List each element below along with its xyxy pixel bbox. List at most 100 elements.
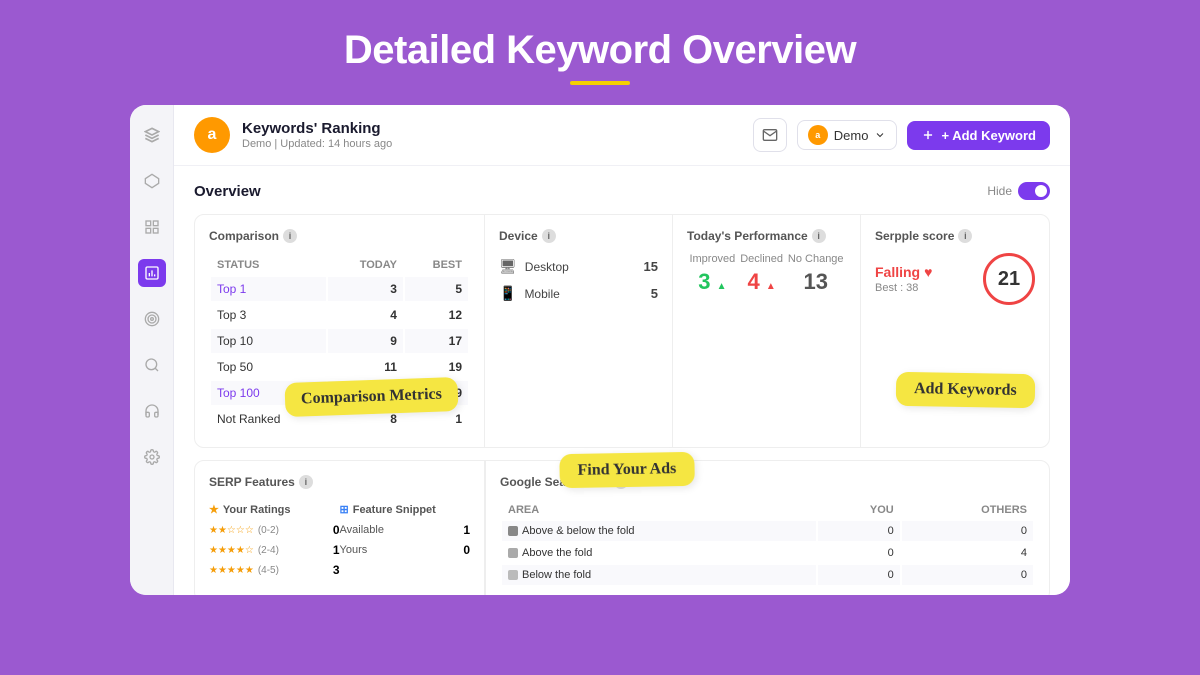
color-dot (508, 548, 518, 558)
device-title: Device i (499, 229, 658, 243)
device-count: 15 (644, 259, 658, 274)
performance-title: Today's Performance i (687, 229, 846, 243)
ads-row: Below the fold 00 (502, 565, 1033, 585)
topbar-titles: Keywords' Ranking Demo | Updated: 14 hou… (242, 120, 392, 150)
add-keyword-button[interactable]: + Add Keyword (907, 121, 1050, 150)
device-label: Mobile (524, 287, 559, 301)
ads-you: 0 (818, 565, 899, 585)
comparison-row: Top 10917 (211, 329, 468, 353)
content-area: a Keywords' Ranking Demo | Updated: 14 h… (174, 105, 1070, 595)
ads-row: Above the fold04 (502, 543, 1033, 563)
device-panel: Device i 🖥Desktop15📱Mobile5 (485, 215, 673, 447)
sidebar-icon-chart[interactable] (138, 259, 166, 287)
comparison-info: i (283, 229, 297, 243)
star-icon: ★ (209, 503, 219, 516)
device-count: 5 (651, 286, 658, 301)
col-best: BEST (405, 255, 468, 275)
feature-snippet-label: ⊞ Feature Snippet (340, 499, 471, 520)
header-underline (570, 81, 630, 85)
serp-rating-row: ★★★★☆(2-4)1 (209, 540, 340, 560)
overview-header: Overview Hide (194, 182, 1050, 200)
sidebar-icon-grid[interactable] (138, 213, 166, 241)
serp-count: 1 (333, 543, 340, 557)
mobile-icon: 📱 (499, 285, 516, 302)
snippet-label: Available (340, 524, 384, 536)
sidebar-icon-search[interactable] (138, 351, 166, 379)
perf-value: 4 ▲ (740, 269, 783, 295)
perf-value: 13 (788, 269, 844, 295)
toggle-switch[interactable] (1018, 182, 1050, 200)
demo-label: Demo (834, 128, 869, 143)
performance-panel: Today's Performance i Improved3 ▲Decline… (673, 215, 861, 447)
comparison-title: Comparison i (209, 229, 470, 243)
page-title: Detailed Keyword Overview (0, 28, 1200, 73)
rank-link[interactable]: Top 1 (217, 282, 246, 296)
ads-others: 0 (902, 565, 1033, 585)
callout-comparison-metrics: Comparison Metrics (284, 377, 458, 417)
col-status: STATUS (211, 255, 326, 275)
performance-item: Declined 4 ▲ (740, 253, 783, 295)
color-dot (508, 570, 518, 580)
ads-others: 4 (902, 543, 1033, 563)
callout-add-keywords: Add Keywords (896, 372, 1035, 408)
demo-selector[interactable]: a Demo (797, 120, 898, 150)
perf-value: 3 ▲ (689, 269, 735, 295)
perf-label: Declined (740, 253, 783, 265)
bookmark-icon: ⊞ (340, 503, 349, 516)
sidebar-icon-logo[interactable] (138, 121, 166, 149)
ads-area: Above & below the fold (522, 525, 635, 537)
serp-count: 3 (333, 563, 340, 577)
performance-item: Improved3 ▲ (689, 253, 735, 295)
performance-row: Improved3 ▲ Declined 4 ▲ No Change 13 (687, 253, 846, 295)
page-header: Detailed Keyword Overview (0, 0, 1200, 105)
add-keyword-label: + Add Keyword (941, 128, 1036, 143)
your-ratings-label: ★ Your Ratings (209, 499, 340, 520)
amazon-logo: a (808, 125, 828, 145)
serpple-panel: Serpple score i Falling ♥ Best : 38 (861, 215, 1049, 447)
chevron-down-icon (874, 129, 886, 141)
ads-col-others: OTHERS (902, 501, 1033, 519)
serp-info: i (299, 475, 313, 489)
device-row: 🖥Desktop15 (499, 253, 658, 280)
performance-item: No Change 13 (788, 253, 844, 295)
serpple-info: i (958, 229, 972, 243)
status-label: Falling ♥ (875, 264, 932, 280)
serp-title: SERP Features i (209, 475, 470, 489)
serpple-title: Serpple score i (875, 229, 1035, 243)
device-label: Desktop (525, 260, 569, 274)
topbar: a Keywords' Ranking Demo | Updated: 14 h… (174, 105, 1070, 166)
ads-table: AREA YOU OTHERS Above & below the fold00… (500, 499, 1035, 587)
topbar-right: a Demo + Add Keyword (753, 118, 1050, 152)
sidebar-icon-layers[interactable] (138, 167, 166, 195)
rank-link[interactable]: Top 100 (217, 386, 260, 400)
serp-rating-row: ★★★★★(4-5)3 (209, 560, 340, 580)
ads-others: 0 (902, 521, 1033, 541)
serp-panel: SERP Features i ★ Your Ratings ★★☆☆☆(0-2… (195, 461, 485, 595)
ads-col-you: YOU (818, 501, 899, 519)
comparison-row: Top 501119 (211, 355, 468, 379)
plus-icon (921, 128, 935, 142)
serp-content: ★ Your Ratings ★★☆☆☆(0-2)0★★★★☆(2-4)1★★★… (209, 499, 470, 580)
sidebar-icon-target[interactable] (138, 305, 166, 333)
sidebar-icon-headphone[interactable] (138, 397, 166, 425)
serp-rating-row: ★★☆☆☆(0-2)0 (209, 520, 340, 540)
stars-display: ★★★★☆ (209, 545, 254, 556)
snippet-count: 1 (463, 523, 470, 537)
sidebar-icon-settings[interactable] (138, 443, 166, 471)
topbar-subtitle: Demo | Updated: 14 hours ago (242, 138, 392, 150)
serp-snippet-row: Yours0 (340, 540, 471, 560)
col-today: TODAY (328, 255, 403, 275)
ads-area: Below the fold (522, 569, 591, 581)
score-status: Falling ♥ Best : 38 (875, 264, 932, 294)
ads-you: 0 (818, 543, 899, 563)
hide-toggle[interactable]: Hide (987, 182, 1050, 200)
mail-button[interactable] (753, 118, 787, 152)
arrow-icon: ▲ (766, 281, 776, 292)
perf-label: No Change (788, 253, 844, 265)
serp-snippet-row: Available 1 (340, 520, 471, 540)
main-container: a Keywords' Ranking Demo | Updated: 14 h… (130, 105, 1070, 595)
device-row: 📱 Mobile 5 (499, 280, 658, 307)
arrow-icon: ▲ (717, 281, 727, 292)
overview-title: Overview (194, 183, 261, 200)
snippet-label: Yours (340, 544, 368, 556)
